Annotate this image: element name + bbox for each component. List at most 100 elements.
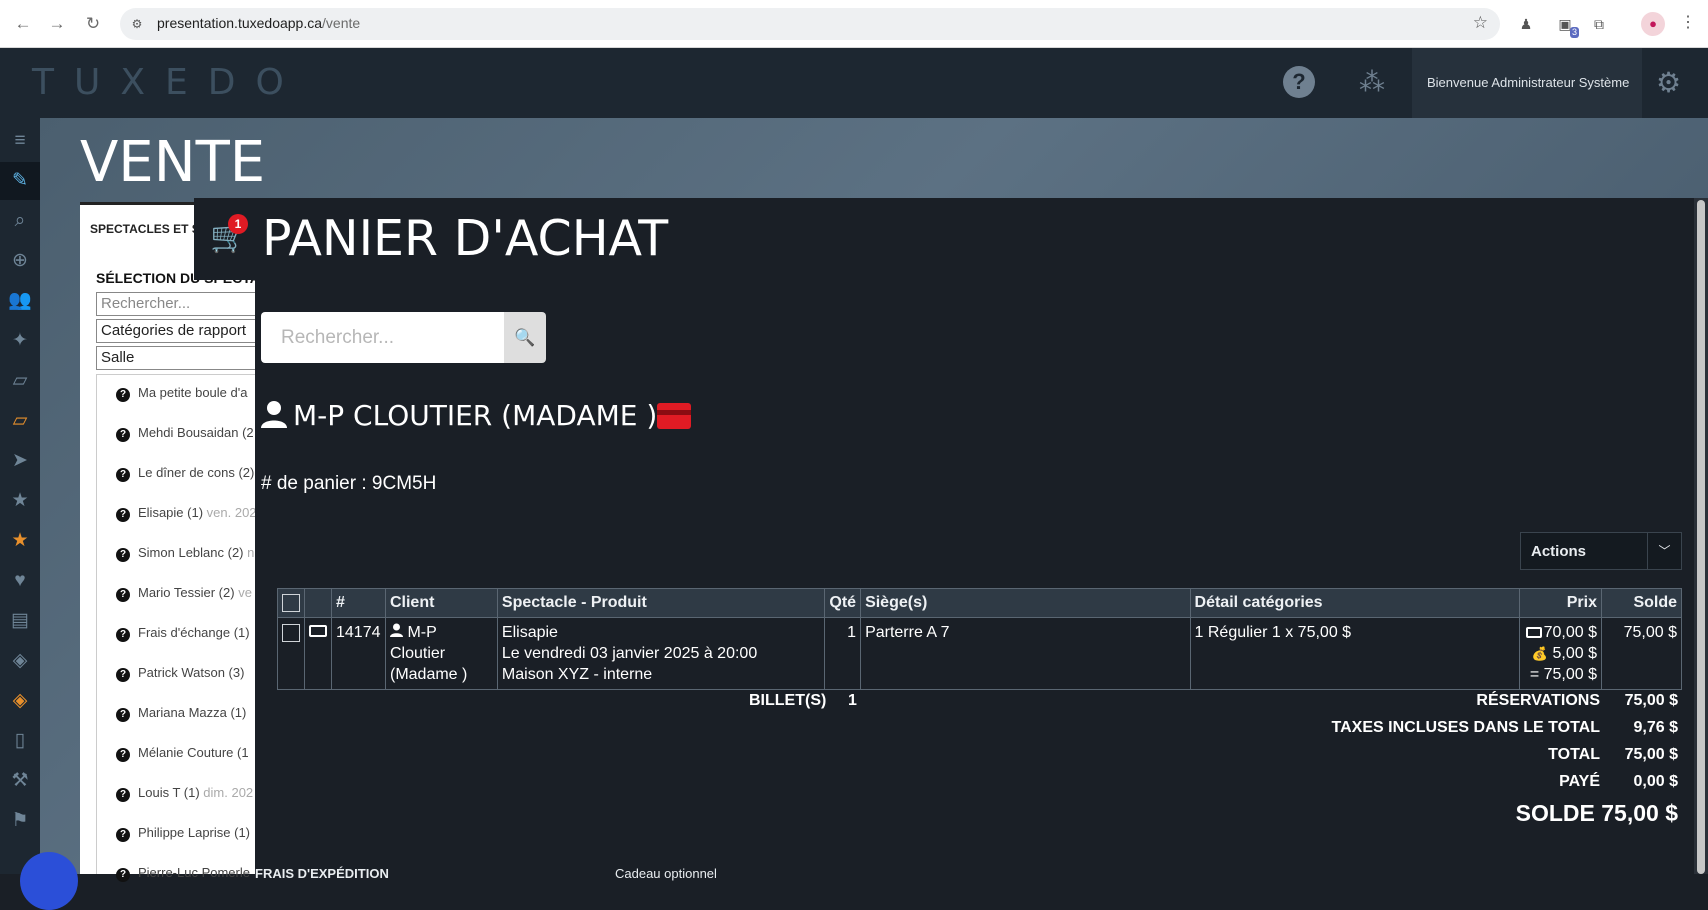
search-button[interactable]: 🔍 bbox=[504, 312, 546, 363]
cart-number: # de panier : 9CM5H bbox=[261, 473, 437, 494]
credit-card-icon[interactable] bbox=[657, 403, 692, 429]
list-item[interactable]: ? Philippe Laprise (1) bbox=[116, 825, 250, 842]
back-icon[interactable]: ← bbox=[12, 13, 34, 35]
search-icon[interactable]: ⌕ bbox=[0, 202, 40, 240]
column-header-balance[interactable]: Solde bbox=[1601, 588, 1682, 618]
type-column-header bbox=[304, 588, 332, 618]
show-venue: Maison XYZ - interne bbox=[501, 666, 653, 683]
star-icon[interactable]: ★ bbox=[0, 482, 40, 520]
list-item[interactable]: ? Mario Tessier (2) ve bbox=[116, 585, 252, 602]
list-item[interactable]: ? Simon Leblanc (2) n bbox=[116, 545, 254, 562]
row-price: 70,00 $ 💰 5,00 $ = 75,00 $ bbox=[1519, 617, 1602, 690]
signpost-icon[interactable]: ⚑ bbox=[0, 802, 40, 840]
gear-icon[interactable]: ⚙ bbox=[1656, 66, 1681, 99]
tab-manager-icon[interactable]: ▣ 3 bbox=[1555, 14, 1579, 38]
total-value: 75,00 $ bbox=[1624, 746, 1678, 763]
site-settings-icon[interactable]: ⚙ bbox=[128, 15, 146, 33]
column-header-price[interactable]: Prix bbox=[1519, 588, 1602, 618]
list-item[interactable]: ? Frais d'échange (1) bbox=[116, 625, 250, 642]
cart-search-input[interactable] bbox=[261, 312, 505, 363]
tags-orange-icon[interactable]: ◈ bbox=[0, 682, 40, 720]
reservations-value: 75,00 $ bbox=[1624, 692, 1678, 709]
tools-icon[interactable]: ⚒ bbox=[0, 762, 40, 800]
price-total: 75,00 $ bbox=[1543, 666, 1597, 683]
list-item[interactable]: ? Louis T (1) dim. 202 bbox=[116, 785, 253, 802]
cart-panel bbox=[255, 280, 1694, 874]
forward-icon[interactable]: → bbox=[46, 13, 68, 35]
help-icon[interactable]: ? bbox=[1283, 66, 1315, 98]
list-item[interactable]: ? Mehdi Bousaidan (2 bbox=[116, 425, 254, 442]
total-label: TOTAL bbox=[1548, 746, 1600, 763]
reload-icon[interactable]: ↻ bbox=[82, 13, 104, 35]
question-icon: ? bbox=[116, 508, 130, 522]
question-icon: ? bbox=[116, 628, 130, 642]
question-icon: ? bbox=[116, 668, 130, 682]
row-id[interactable]: 14174 bbox=[331, 617, 386, 690]
list-item[interactable]: ? Mélanie Couture (1 bbox=[116, 745, 249, 762]
list-item[interactable]: ? Elisapie (1) ven. 202 bbox=[116, 505, 257, 522]
row-type-cell bbox=[304, 617, 332, 690]
icon-sidebar: ≡ ✎ ⌕ ⊕ 👥 ✦ ▱ ▱ ➤ ★ ★ ♥ ▤ ◈ ◈ ▯ ⚒ ⚑ bbox=[0, 118, 40, 874]
tickets-value: 1 bbox=[848, 692, 857, 709]
star-orange-icon[interactable]: ★ bbox=[0, 522, 40, 560]
network-icon[interactable]: ⁂ bbox=[1356, 66, 1388, 98]
client-name[interactable]: M-P CLOUTIER (MADAME ) bbox=[293, 399, 657, 432]
column-header-client[interactable]: Client bbox=[384, 588, 498, 618]
person-icon bbox=[261, 401, 287, 428]
users-icon[interactable]: 👥 bbox=[0, 282, 40, 320]
mobile-icon[interactable]: ▯ bbox=[0, 722, 40, 760]
address-bar[interactable]: ⚙ presentation.tuxedoapp.ca/vente ☆ bbox=[120, 8, 1500, 40]
browser-menu-icon[interactable]: ⋮ bbox=[1680, 12, 1696, 32]
bookmark-star-icon[interactable]: ☆ bbox=[1473, 13, 1488, 33]
price-ticket: 70,00 $ bbox=[1543, 624, 1597, 641]
venue-select[interactable]: Salle bbox=[96, 346, 280, 370]
ticket-sale-icon[interactable]: ✎ bbox=[0, 162, 40, 200]
magic-wand-icon[interactable]: ✦ bbox=[0, 322, 40, 360]
list-item[interactable]: ? Le dîner de cons (2) bbox=[116, 465, 254, 482]
hand-heart-icon[interactable]: ♥ bbox=[0, 562, 40, 600]
taxes-value: 9,76 $ bbox=[1633, 719, 1678, 736]
chat-widget-icon[interactable] bbox=[20, 852, 78, 910]
client-line: Cloutier bbox=[389, 645, 446, 662]
table-header-row: # Client Spectacle - Produit Qté Siège(s… bbox=[277, 588, 1682, 618]
column-header-seats[interactable]: Siège(s) bbox=[860, 588, 1191, 618]
tags-icon[interactable]: ◈ bbox=[0, 642, 40, 680]
profile-avatar-icon[interactable]: ● bbox=[1641, 12, 1665, 36]
show-search-input[interactable]: Rechercher... bbox=[96, 292, 280, 316]
cards-orange-icon[interactable]: ▱ bbox=[0, 402, 40, 440]
column-header-id[interactable]: # bbox=[331, 588, 386, 618]
hamburger-menu-icon[interactable]: ≡ bbox=[0, 122, 40, 160]
list-item[interactable]: ? Patrick Watson (3) bbox=[116, 665, 244, 682]
id-card-icon[interactable]: ▤ bbox=[0, 602, 40, 640]
question-icon: ? bbox=[116, 868, 130, 882]
row-checkbox[interactable] bbox=[282, 623, 300, 642]
column-header-categories[interactable]: Détail catégories bbox=[1189, 588, 1521, 618]
browser-toolbar: ← → ↻ ⚙ presentation.tuxedoapp.ca/vente … bbox=[0, 0, 1708, 48]
tickets-label: BILLET(S) bbox=[749, 692, 827, 709]
row-categories: 1 Régulier 1 x 75,00 $ bbox=[1189, 617, 1521, 690]
page-title: VENTE bbox=[80, 130, 266, 195]
chevron-down-icon[interactable]: ﹀ bbox=[1647, 533, 1681, 569]
welcome-text[interactable]: Bienvenue Administrateur Système bbox=[1412, 48, 1642, 118]
cart-title: PANIER D'ACHAT bbox=[262, 210, 669, 267]
send-icon[interactable]: ➤ bbox=[0, 442, 40, 480]
client-line: M-P bbox=[407, 624, 437, 641]
show-name: Elisapie bbox=[501, 624, 558, 641]
column-header-show[interactable]: Spectacle - Produit bbox=[496, 588, 826, 618]
equals-sign: = bbox=[1529, 666, 1540, 683]
cards-icon[interactable]: ▱ bbox=[0, 362, 40, 400]
question-icon: ? bbox=[116, 588, 130, 602]
column-header-qty[interactable]: Qté bbox=[824, 588, 862, 618]
list-item[interactable]: ? Mariana Mazza (1) bbox=[116, 705, 246, 722]
category-select[interactable]: Catégories de rapport bbox=[96, 319, 280, 343]
scrollbar-thumb[interactable] bbox=[1697, 200, 1705, 874]
list-item[interactable]: ? Ma petite boule d'a bbox=[116, 385, 247, 402]
app-header: TUXEDO ? ⁂ Bienvenue Administrateur Syst… bbox=[0, 48, 1708, 118]
row-client[interactable]: M-P Cloutier (Madame ) bbox=[384, 617, 498, 690]
target-icon[interactable]: ⊕ bbox=[0, 242, 40, 280]
tuxedo-logo[interactable]: TUXEDO bbox=[32, 62, 304, 103]
select-all-checkbox[interactable] bbox=[282, 593, 300, 612]
puzzle-icon[interactable]: ⧉ bbox=[1589, 14, 1609, 34]
extension-icon[interactable]: ♟ bbox=[1516, 14, 1536, 34]
actions-dropdown[interactable]: Actions ﹀ bbox=[1520, 532, 1682, 570]
